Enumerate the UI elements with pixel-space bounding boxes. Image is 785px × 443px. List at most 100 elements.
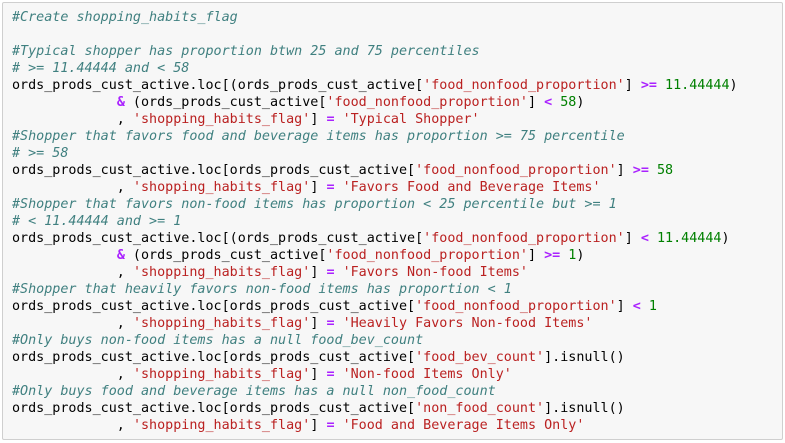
code-comment: # >= 11.44444 and < 58 [12, 61, 190, 76]
code-line: # >= 11.44444 and < 58 [12, 60, 738, 77]
code-line: #Only buys non-food items has a null foo… [12, 332, 738, 349]
code-line: #Shopper that favors non-food items has … [12, 196, 738, 213]
code-text: ] [310, 367, 327, 382]
code-text: ords_prods_cust_active.loc[(ords_prods_c… [12, 231, 424, 246]
code-operator: < [640, 231, 649, 246]
code-string: 'shopping_habits_flag' [132, 112, 311, 127]
code-line: #Create shopping_habits_flag [12, 9, 738, 26]
code-operator: & [116, 95, 125, 110]
code-line: #Shopper that favors food and beverage i… [12, 128, 738, 145]
code-text: ] [310, 180, 327, 195]
code-text: ] [310, 316, 327, 331]
code-text: , [12, 265, 133, 280]
code-text: ) [576, 248, 585, 263]
code-text: ] [310, 112, 327, 127]
code-text: ].isnull() [544, 401, 625, 416]
code-operator: >= [632, 163, 649, 178]
code-text: ] [310, 418, 327, 433]
code-number: 11.44444 [656, 231, 722, 246]
code-string: 'shopping_habits_flag' [132, 180, 311, 195]
code-operator: = [326, 367, 335, 382]
code-text: ords_prods_cust_active.loc[ords_prods_cu… [12, 163, 416, 178]
code-line: ords_prods_cust_active.loc[ords_prods_cu… [12, 298, 738, 315]
code-string: 'Favors Food and Beverage Items' [342, 180, 601, 195]
code-line: ords_prods_cust_active.loc[(ords_prods_c… [12, 230, 738, 247]
code-operator: = [326, 112, 335, 127]
code-operator: = [326, 180, 335, 195]
code-number: 58 [560, 95, 577, 110]
code-operator: < [544, 95, 553, 110]
code-line: & (ords_prods_cust_active['food_nonfood_… [12, 94, 738, 111]
code-number: 1 [648, 299, 657, 314]
code-string: 'Heavily Favors Non-food Items' [342, 316, 593, 331]
code-text: ords_prods_cust_active.loc[ords_prods_cu… [12, 299, 416, 314]
code-comment: #Shopper that favors non-food items has … [12, 197, 617, 212]
code-string: 'Favors Non-food Items' [342, 265, 528, 280]
code-line: , 'shopping_habits_flag'] = 'Favors Non-… [12, 264, 738, 281]
code-text: ] [616, 299, 633, 314]
code-string: 'food_bev_count' [415, 350, 545, 365]
code-line: , 'shopping_habits_flag'] = 'Typical Sho… [12, 111, 738, 128]
code-line: , 'shopping_habits_flag'] = 'Heavily Fav… [12, 315, 738, 332]
code-text: , [12, 180, 133, 195]
code-string: 'food_nonfood_proportion' [326, 248, 528, 263]
code-text: ] [527, 95, 545, 110]
code-string: 'Non-food Items Only' [342, 367, 512, 382]
code-cell[interactable]: #Create shopping_habits_flag #Typical sho… [2, 2, 783, 440]
code-line: , 'shopping_habits_flag'] = 'Food and Be… [12, 417, 738, 434]
code-string: 'shopping_habits_flag' [132, 265, 311, 280]
code-string: 'Typical Shopper' [342, 112, 480, 127]
code-string: 'shopping_habits_flag' [132, 367, 311, 382]
code-text: (ords_prods_cust_active[ [124, 248, 327, 263]
code-text: ) [721, 231, 730, 246]
code-text: ] [624, 78, 641, 93]
code-editor[interactable]: #Create shopping_habits_flag #Typical sho… [12, 9, 738, 434]
code-text: , [12, 367, 133, 382]
code-string: 'Food and Beverage Items Only' [342, 418, 585, 433]
code-string: 'shopping_habits_flag' [132, 418, 311, 433]
code-text: ] [310, 265, 327, 280]
code-operator: >= [544, 248, 561, 263]
code-string: 'food_nonfood_proportion' [326, 95, 528, 110]
code-number: 11.44444 [665, 78, 730, 93]
code-text: ] [624, 231, 641, 246]
code-line: ords_prods_cust_active.loc[ords_prods_cu… [12, 349, 738, 366]
code-string: 'food_nonfood_proportion' [423, 78, 625, 93]
code-string: 'food_nonfood_proportion' [415, 299, 617, 314]
code-text: ] [616, 163, 633, 178]
code-number: 58 [656, 163, 674, 178]
code-comment: #Shopper that heavily favors non-food it… [12, 282, 512, 297]
code-operator: & [116, 248, 125, 263]
code-comment: #Create shopping_habits_flag [12, 10, 238, 25]
code-comment: #Only buys food and beverage items has a… [12, 384, 496, 399]
code-line: ords_prods_cust_active.loc[ords_prods_cu… [12, 400, 738, 417]
code-operator: >= [640, 78, 657, 93]
code-line: , 'shopping_habits_flag'] = 'Non-food It… [12, 366, 738, 383]
code-comment: #Only buys non-food items has a null foo… [12, 333, 424, 348]
code-line: #Typical shopper has proportion btwn 25 … [12, 43, 738, 60]
code-operator: = [326, 265, 335, 280]
code-operator: = [326, 316, 335, 331]
code-line: # < 11.44444 and >= 1 [12, 213, 738, 230]
code-text: (ords_prods_cust_active[ [124, 95, 327, 110]
code-string: 'shopping_habits_flag' [132, 316, 311, 331]
code-string: 'food_nonfood_proportion' [415, 163, 617, 178]
code-line: ords_prods_cust_active.loc[(ords_prods_c… [12, 77, 738, 94]
code-text: ords_prods_cust_active.loc[ords_prods_cu… [12, 401, 416, 416]
code-text: ].isnull() [544, 350, 625, 365]
code-line: # >= 58 [12, 145, 738, 162]
code-comment: # < 11.44444 and >= 1 [12, 214, 182, 229]
code-text: ) [729, 78, 738, 93]
code-comment: #Shopper that favors food and beverage i… [12, 129, 625, 144]
code-text: ords_prods_cust_active.loc[(ords_prods_c… [12, 78, 424, 93]
